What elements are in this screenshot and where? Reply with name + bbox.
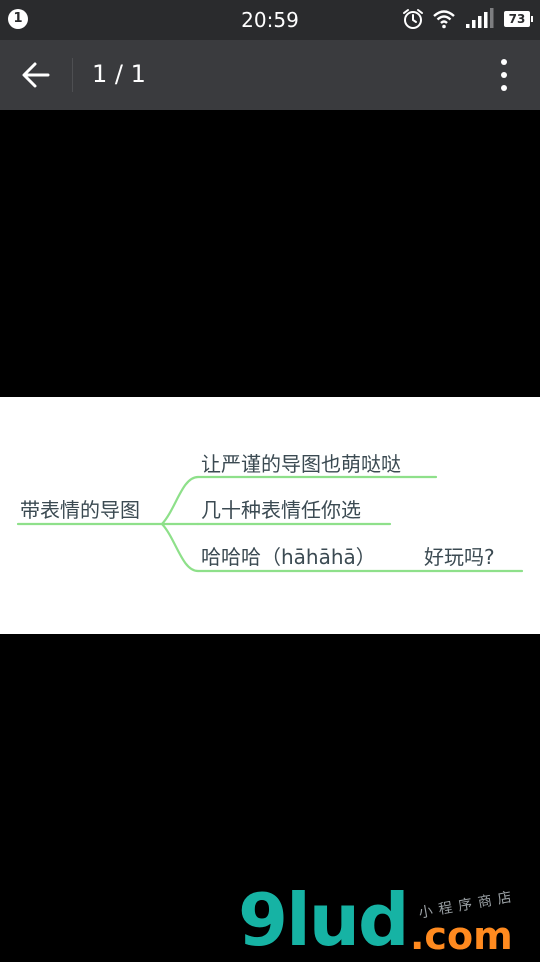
arrow-left-icon xyxy=(22,62,50,88)
app-bar-divider xyxy=(72,58,73,92)
mind-map-image[interactable]: 带表情的导图 让严谨的导图也萌哒哒 几十种表情任你选 哈哈哈（hāhāhā） 好… xyxy=(0,397,540,634)
battery-icon: 73 xyxy=(504,11,533,27)
mind-map-branch-3: 哈哈哈（hāhāhā） xyxy=(201,545,376,569)
mind-map-root: 带表情的导图 xyxy=(20,498,140,522)
wifi-icon xyxy=(433,10,455,29)
app-bar: 1 / 1 xyxy=(0,40,540,110)
more-options-button[interactable] xyxy=(486,53,522,97)
watermark: 9lud .com 小程序商店 xyxy=(238,880,538,960)
watermark-main: 9lud xyxy=(238,878,410,962)
mind-map-branch-2: 几十种表情任你选 xyxy=(201,498,361,522)
status-icons: 73 xyxy=(402,8,533,32)
page-counter: 1 / 1 xyxy=(92,60,146,88)
alarm-clock-icon xyxy=(403,9,423,29)
image-viewer[interactable]: 带表情的导图 让严谨的导图也萌哒哒 几十种表情任你选 哈哈哈（hāhāhā） 好… xyxy=(0,110,540,960)
mind-map-branch-1: 让严谨的导图也萌哒哒 xyxy=(201,452,401,476)
status-bar: 1 20:59 73 xyxy=(0,0,540,40)
connector-branch-1 xyxy=(160,475,200,526)
signal-icon xyxy=(466,8,494,28)
back-button[interactable] xyxy=(14,53,58,97)
more-vertical-icon xyxy=(501,59,507,91)
mind-map-sub-branch: 好玩吗? xyxy=(424,545,495,569)
connector-branch-3 xyxy=(160,522,200,573)
